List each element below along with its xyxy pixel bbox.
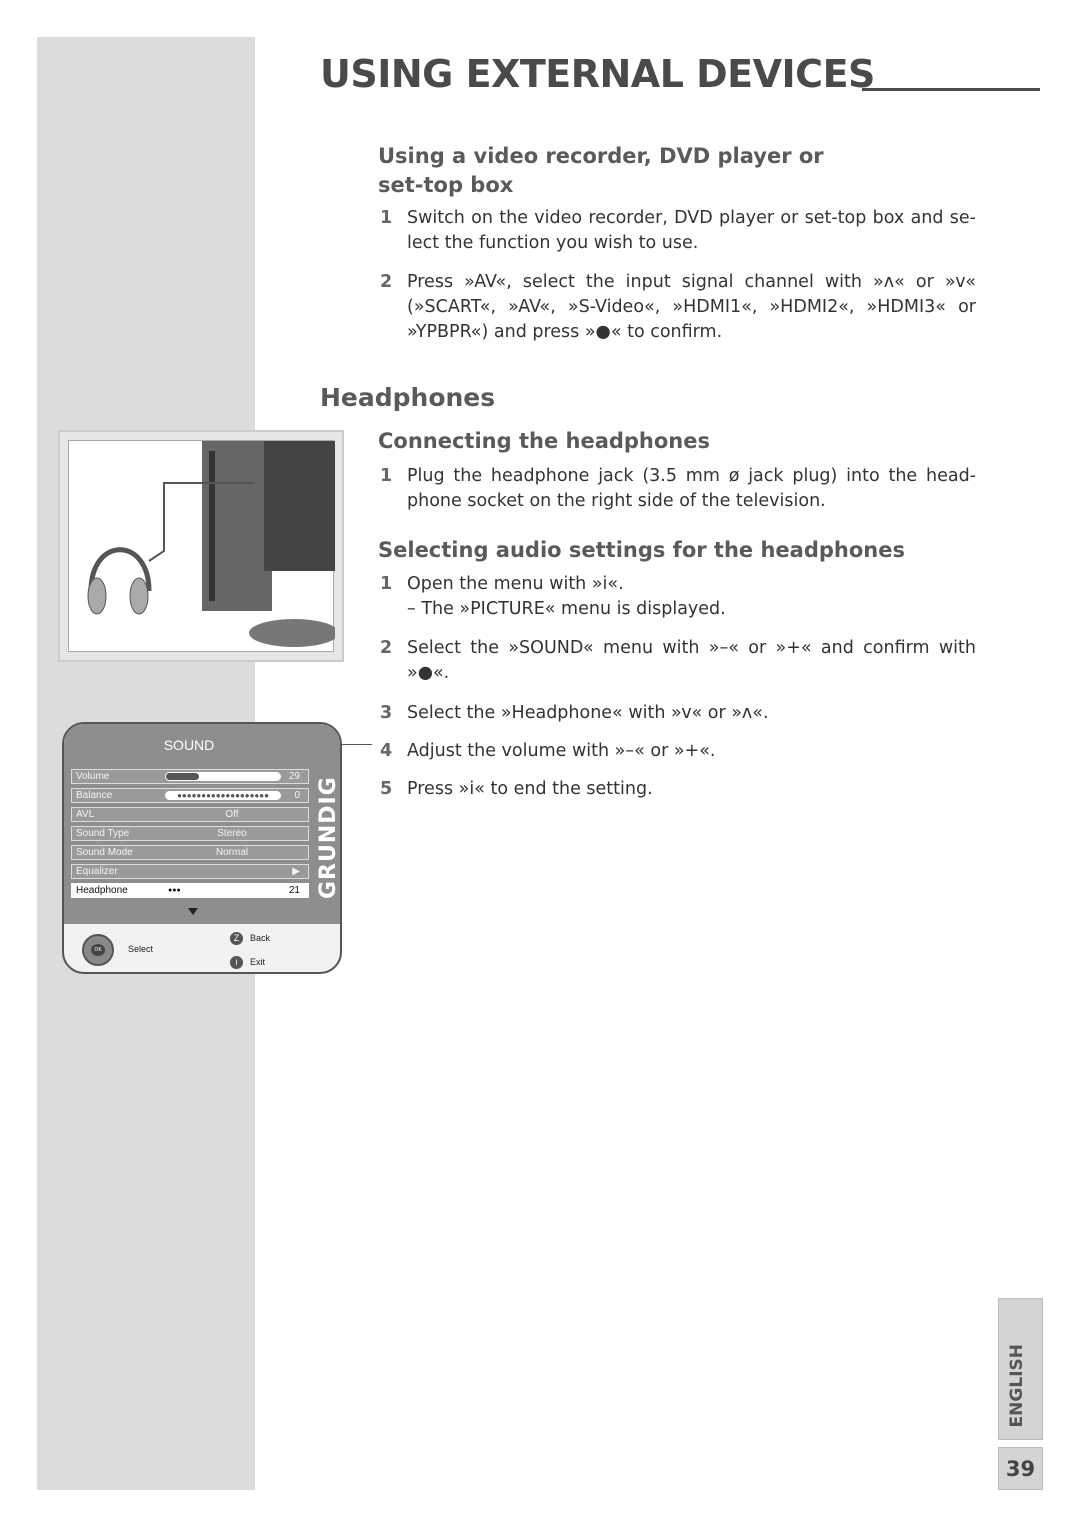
callout-line xyxy=(342,744,372,745)
step-text: Press »AV«, select the input signal chan… xyxy=(407,272,976,342)
ok-button-icon: OK xyxy=(91,944,105,956)
menu-title: SOUND xyxy=(163,737,215,753)
row-value: Normal xyxy=(215,847,249,858)
step: 4 Adjust the volume with »–« or »+«. xyxy=(380,739,976,764)
step: 5 Press »i« to end the setting. xyxy=(380,777,976,802)
headphone-level-dots: ●●● xyxy=(168,887,181,894)
step: 1 Open the menu with »i«. – The »PICTURE« … xyxy=(380,572,976,622)
balance-bar: ●●●●●●●●●●●●●●●●●●● xyxy=(165,791,281,800)
scroll-down-icon xyxy=(188,908,198,915)
step-note: – The »PICTURE« menu is displayed. xyxy=(407,599,726,619)
navigation-pad-icon: OK xyxy=(82,934,114,966)
z-key-icon: Z xyxy=(230,932,243,945)
row-number: 21 xyxy=(288,885,300,896)
step-text: Open the menu with »i«. xyxy=(407,574,624,594)
step-number: 1 xyxy=(380,574,393,594)
section-heading-headphones: Headphones xyxy=(320,383,496,412)
step-text: Adjust the volume with »–« or »+«. xyxy=(407,741,716,761)
menu-row-sound-type: Sound Type Stereo xyxy=(71,826,309,841)
row-label: Sound Type xyxy=(76,828,130,839)
arrow-right-icon: ▶ xyxy=(292,866,300,877)
step-number: 3 xyxy=(380,703,393,723)
select-label: Select xyxy=(128,944,154,954)
step-number: 2 xyxy=(380,638,393,658)
subheading-audio-settings: Selecting audio settings for the headpho… xyxy=(378,538,905,562)
step: 3 Select the »Headphone« with »v« or »ʌ«. xyxy=(380,701,976,726)
step: 1 Switch on the video recorder, DVD playe… xyxy=(380,206,976,256)
menu-row-headphone: Headphone ●●● 21 xyxy=(71,883,309,898)
step-text: Switch on the video recorder, DVD player… xyxy=(407,208,976,253)
language-tab: ENGLISH xyxy=(998,1298,1043,1440)
language-label: ENGLISH xyxy=(1007,1343,1027,1427)
row-label: AVL xyxy=(76,809,95,820)
grundig-logo: GRUNDIG xyxy=(316,776,341,900)
step-text: Select the »SOUND« menu with »–« or »+« … xyxy=(407,638,976,683)
sound-menu-screenshot: SOUND GRUNDIG Volume 29 Balance ●●●●●●●●●●… xyxy=(62,722,342,974)
row-number: 0 xyxy=(294,790,300,801)
step: 2 Press »AV«, select the input signal cha… xyxy=(380,270,976,345)
row-value: Off xyxy=(225,809,239,820)
row-label: Headphone xyxy=(76,885,128,896)
volume-bar xyxy=(165,772,281,781)
step-text: Select the »Headphone« with »v« or »ʌ«. xyxy=(407,703,769,723)
step: 1 Plug the headphone jack (3.5 mm ø jack … xyxy=(380,464,976,514)
row-label: Sound Mode xyxy=(76,847,133,858)
menu-row-balance: Balance ●●●●●●●●●●●●●●●●●●● 0 xyxy=(71,788,309,803)
row-label: Volume xyxy=(76,771,110,782)
title-rule xyxy=(862,88,1040,91)
step-number: 1 xyxy=(380,466,393,486)
step-number: 5 xyxy=(380,779,393,799)
step-number: 2 xyxy=(380,272,393,292)
headphone-connection-illustration xyxy=(58,430,344,662)
subheading-connecting: Connecting the headphones xyxy=(378,429,711,453)
page-number: 39 xyxy=(998,1447,1043,1490)
row-number: 29 xyxy=(288,771,300,782)
menu-row-equalizer: Equalizer ▶ xyxy=(71,864,309,879)
back-label: Back xyxy=(250,933,271,943)
exit-label: Exit xyxy=(250,957,266,967)
menu-row-sound-mode: Sound Mode Normal xyxy=(71,845,309,860)
step-number: 1 xyxy=(380,208,393,228)
step: 2 Select the »SOUND« menu with »–« or »+«… xyxy=(380,636,976,686)
row-value: Stereo xyxy=(217,828,247,839)
menu-row-volume: Volume 29 xyxy=(71,769,309,784)
page-title: USING EXTERNAL DEVICES xyxy=(320,52,875,96)
step-text: Plug the headphone jack (3.5 mm ø jack p… xyxy=(407,466,976,511)
info-key-icon: i xyxy=(230,956,243,969)
tv-headphones-drawing xyxy=(87,441,339,647)
row-label: Equalizer xyxy=(76,866,118,877)
step-text: Press »i« to end the setting. xyxy=(407,779,653,799)
section-heading-video: Using a video recorder, DVD player or se… xyxy=(378,144,824,197)
menu-row-avl: AVL Off xyxy=(71,807,309,822)
row-label: Balance xyxy=(76,790,113,801)
step-number: 4 xyxy=(380,741,393,761)
